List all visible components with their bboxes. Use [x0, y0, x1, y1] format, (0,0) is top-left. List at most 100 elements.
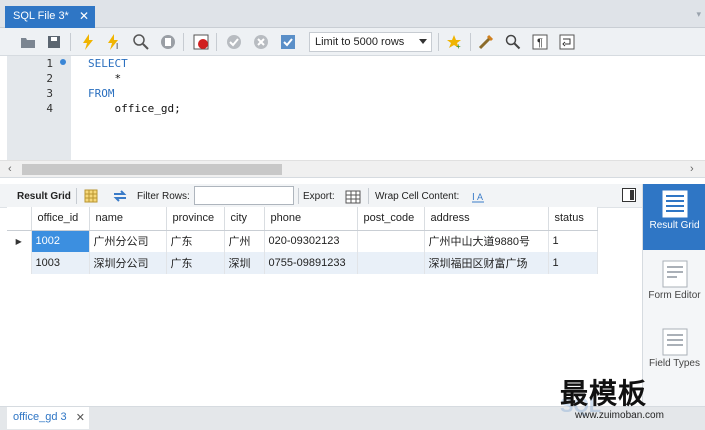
table-cell[interactable]: 广州: [224, 230, 265, 252]
editor-gutter: 1 2 3 4: [7, 56, 71, 160]
side-field-types-label: Field Types: [649, 358, 700, 369]
toolbar-separator: [470, 33, 471, 51]
invisible-chars-icon[interactable]: ¶: [530, 32, 550, 52]
column-header[interactable]: post_code: [357, 207, 425, 231]
column-header[interactable]: phone: [264, 207, 358, 231]
result-toolbar: Result Grid Filter Rows: Export: Wrap Ce…: [0, 184, 642, 208]
line-number: 2: [46, 72, 53, 85]
beautify-icon[interactable]: [476, 32, 496, 52]
table-cell[interactable]: 1002: [31, 230, 90, 252]
scroll-left-icon[interactable]: ‹: [8, 163, 12, 175]
tab-sql-file-3[interactable]: SQL File 3* ✕: [5, 6, 95, 28]
table-cell[interactable]: [357, 230, 425, 252]
table-cell[interactable]: 广州中山大道9880号: [424, 230, 549, 252]
svg-text:A: A: [477, 192, 483, 202]
side-result-grid-button[interactable]: Result Grid: [643, 184, 705, 250]
wrap-icon[interactable]: [557, 32, 577, 52]
column-header[interactable]: name: [89, 207, 167, 231]
toolbar-separator: [368, 188, 369, 204]
line-number: 1: [46, 57, 53, 70]
table-cell[interactable]: 深圳福田区财富广场: [424, 252, 549, 274]
limit-rows-select[interactable]: Limit to 5000 rows: [309, 32, 432, 52]
scroll-thumb[interactable]: [22, 164, 282, 175]
table-header-row: office_id name province city phone post_…: [7, 207, 598, 231]
table-cell[interactable]: 深圳分公司: [89, 252, 167, 274]
sql-editor[interactable]: SELECT * FROM office_gd;: [71, 56, 705, 160]
table-cell[interactable]: 广东: [166, 230, 225, 252]
toggle-error-icon[interactable]: [191, 32, 211, 52]
export-icon[interactable]: [344, 187, 362, 205]
table-row[interactable]: 1003 深圳分公司 广东 深圳 0755-09891233 深圳福田区财富广场…: [7, 252, 598, 274]
svg-text:I: I: [472, 192, 475, 203]
toolbar-separator: [438, 33, 439, 51]
code-line-star: *: [88, 72, 122, 85]
result-grid[interactable]: office_id name province city phone post_…: [7, 207, 599, 274]
toolbar-separator: [216, 33, 217, 51]
table-cell[interactable]: 1: [548, 230, 598, 252]
column-header[interactable]: province: [166, 207, 225, 231]
tab-label: SQL File 3*: [13, 10, 69, 22]
export-label: Export:: [303, 191, 335, 202]
svg-text:+: +: [456, 42, 461, 50]
side-result-grid-label: Result Grid: [649, 220, 700, 231]
column-header[interactable]: status: [548, 207, 598, 231]
side-form-editor-button[interactable]: Form Editor: [643, 254, 705, 320]
table-row[interactable]: ▶ 1002 广州分公司 广东 广州 020-09302123 广州中山大道98…: [7, 230, 598, 252]
table-cell[interactable]: 020-09302123: [264, 230, 358, 252]
bookmark-icon[interactable]: +: [444, 32, 464, 52]
column-header[interactable]: address: [424, 207, 549, 231]
column-header[interactable]: city: [224, 207, 265, 231]
code-line-select: SELECT: [88, 57, 128, 70]
find-icon[interactable]: [503, 32, 523, 52]
result-grid-label[interactable]: Result Grid: [17, 191, 71, 202]
commit-icon[interactable]: [224, 32, 244, 52]
execute-current-icon[interactable]: I: [104, 32, 124, 52]
form-editor-icon: [662, 260, 687, 288]
tab-office-gd-3[interactable]: office_gd 3 ✕: [7, 407, 89, 429]
watermark-url: www.zuimoban.com: [575, 410, 664, 421]
filter-rows-label: Filter Rows:: [137, 191, 190, 202]
toolbar-separator: [70, 33, 71, 51]
table-cell[interactable]: 广东: [166, 252, 225, 274]
stop-icon[interactable]: [158, 32, 178, 52]
result-tab-label: office_gd 3: [13, 411, 67, 423]
open-folder-icon[interactable]: [18, 32, 38, 52]
toolbar-separator: [183, 33, 184, 51]
field-types-icon: [662, 328, 687, 356]
column-header[interactable]: office_id: [31, 207, 90, 231]
wrap-cell-label: Wrap Cell Content:: [375, 191, 460, 202]
toggle-side-panel-icon[interactable]: [622, 188, 636, 202]
table-cell[interactable]: 深圳: [224, 252, 265, 274]
table-cell[interactable]: 1003: [31, 252, 90, 274]
scroll-right-icon[interactable]: ›: [690, 163, 694, 175]
filter-rows-input[interactable]: [194, 186, 294, 205]
refresh-icon[interactable]: [111, 187, 129, 205]
result-table: office_id name province city phone post_…: [7, 207, 598, 274]
line-number: 3: [46, 87, 53, 100]
row-marker: [7, 252, 32, 274]
explain-icon[interactable]: [131, 32, 151, 52]
toolbar-separator: [298, 188, 299, 204]
table-cell[interactable]: 1: [548, 252, 598, 274]
execute-icon[interactable]: [78, 32, 98, 52]
tab-close-icon[interactable]: ✕: [79, 9, 89, 23]
table-cell[interactable]: 0755-09891233: [264, 252, 358, 274]
table-cell[interactable]: [357, 252, 425, 274]
tab-list-dropdown-icon[interactable]: ▾: [696, 9, 701, 20]
editor-horizontal-scrollbar[interactable]: ‹ ›: [0, 160, 705, 178]
result-tab-close-icon[interactable]: ✕: [76, 411, 85, 424]
line-number: 4: [46, 102, 53, 115]
save-icon[interactable]: [44, 32, 64, 52]
grid-view-icon[interactable]: [82, 187, 100, 205]
rollback-icon[interactable]: [251, 32, 271, 52]
current-row-marker-icon: ▶: [7, 230, 32, 252]
side-field-types-button[interactable]: Field Types: [643, 322, 705, 388]
side-form-editor-label: Form Editor: [648, 290, 701, 301]
code-line-table: office_gd;: [88, 102, 181, 115]
autocommit-icon[interactable]: [278, 32, 298, 52]
svg-text:¶: ¶: [537, 37, 543, 49]
row-marker-header: [7, 207, 32, 231]
toolbar-separator: [76, 188, 77, 204]
table-cell[interactable]: 广州分公司: [89, 230, 167, 252]
wrap-cell-icon[interactable]: IA: [469, 187, 487, 205]
